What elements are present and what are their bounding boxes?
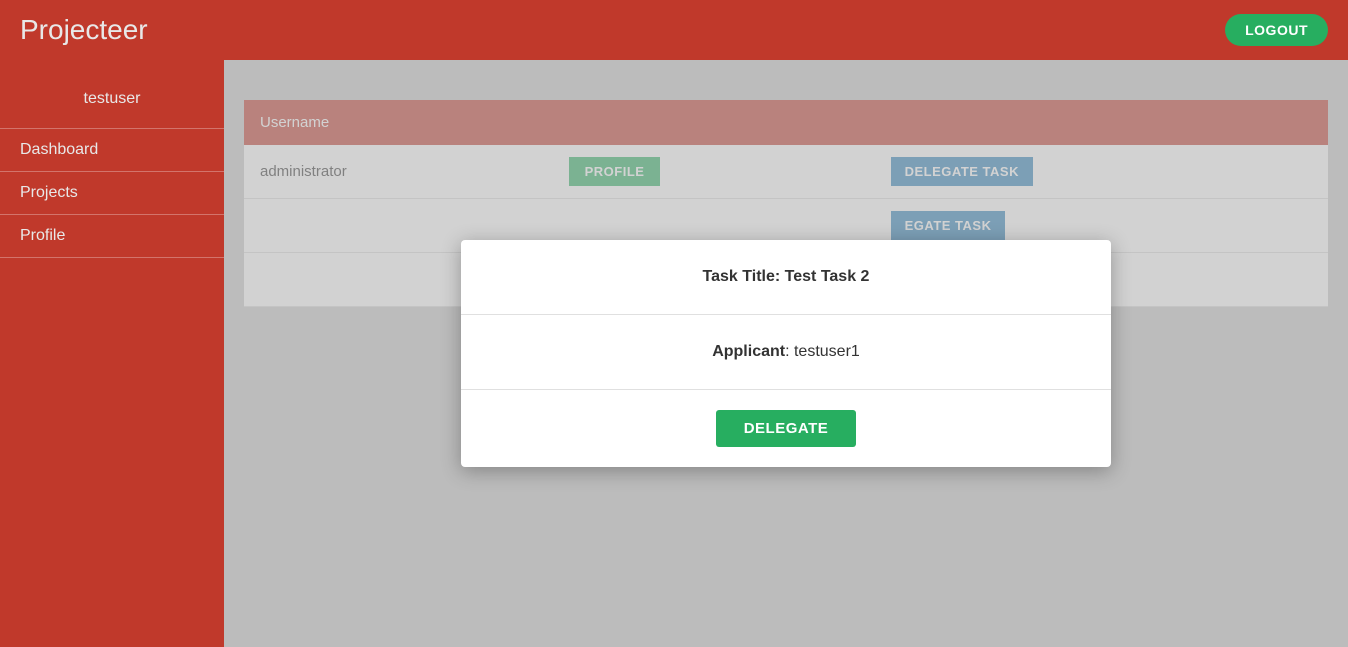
logout-button[interactable]: LOGOUT (1225, 14, 1328, 46)
delegate-confirm-button[interactable]: DELEGATE (716, 410, 857, 447)
main-layout: testuser Dashboard Projects Profile User… (0, 60, 1348, 647)
applicant-label: Applicant (712, 343, 785, 360)
app-title: Projecteer (20, 14, 148, 46)
modal-task-title-section: Task Title: Test Task 2 (461, 240, 1111, 315)
modal-overlay: Task Title: Test Task 2 Applicant: testu… (224, 60, 1348, 647)
sidebar-item-profile[interactable]: Profile (0, 215, 224, 258)
task-title-text: Test Task 2 (785, 268, 870, 285)
applicant-value: testuser1 (794, 343, 860, 360)
sidebar-nav: Dashboard Projects Profile (0, 129, 224, 258)
content-area: Username administrator PROFILE DELEGATE … (224, 60, 1348, 647)
modal-applicant-section: Applicant: testuser1 (461, 315, 1111, 390)
sidebar-username: testuser (84, 90, 141, 108)
delegate-task-modal: Task Title: Test Task 2 Applicant: testu… (461, 240, 1111, 467)
modal-applicant: Applicant: testuser1 (712, 343, 860, 360)
task-title-label: Task Title: (703, 268, 781, 285)
sidebar: testuser Dashboard Projects Profile (0, 60, 224, 647)
modal-action-section: DELEGATE (461, 390, 1111, 467)
modal-task-title: Task Title: Test Task 2 (703, 268, 870, 285)
sidebar-item-projects[interactable]: Projects (0, 172, 224, 215)
navbar: Projecteer LOGOUT (0, 0, 1348, 60)
sidebar-item-dashboard[interactable]: Dashboard (0, 129, 224, 172)
